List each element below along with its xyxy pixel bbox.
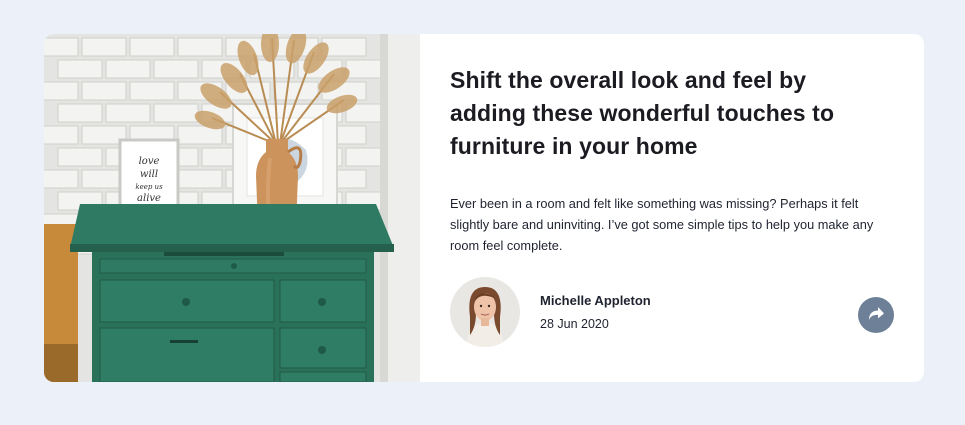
drawers-image: love will keep us alive	[44, 34, 420, 382]
share-arrow-icon	[868, 307, 884, 323]
author-meta: Michelle Appleton 28 Jun 2020	[540, 292, 651, 332]
svg-text:alive: alive	[137, 193, 161, 204]
article-title[interactable]: Shift the overall look and feel by addin…	[450, 64, 870, 163]
article-preview-card: love will keep us alive Shift the overal…	[44, 34, 924, 382]
author-name: Michelle Appleton	[540, 293, 651, 308]
svg-text:keep us: keep us	[135, 183, 163, 191]
publish-date: 28 Jun 2020	[540, 317, 609, 331]
svg-text:love: love	[139, 156, 160, 167]
share-button[interactable]	[858, 297, 894, 333]
article-description: Ever been in a room and felt like someth…	[450, 196, 874, 253]
article-content: Shift the overall look and feel by addin…	[420, 34, 924, 382]
svg-text:will: will	[140, 169, 158, 180]
avatar	[450, 277, 520, 347]
author-info: Michelle Appleton 28 Jun 2020	[450, 277, 651, 347]
